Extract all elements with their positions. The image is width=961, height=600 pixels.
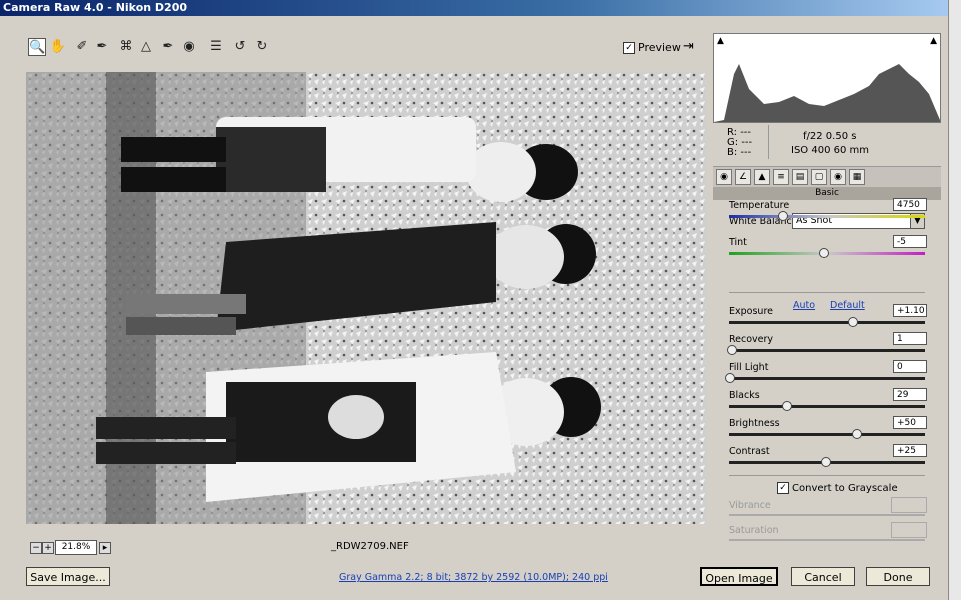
camera-raw-window: Camera Raw 4.0 - Nikon D200 🔍 ✋ ✐ ✒ ⌘ △ … bbox=[0, 0, 949, 600]
zoom-in-button[interactable]: + bbox=[42, 542, 54, 554]
right-panel: ▲ ▲ R: --- G: --- B: --- f/22 0.50 s ISO… bbox=[713, 33, 941, 548]
slider-value-field[interactable]: +50 bbox=[893, 416, 927, 429]
slider-label: Brightness bbox=[729, 418, 780, 429]
slider-thumb[interactable] bbox=[726, 345, 737, 355]
preview-toggle[interactable]: ✓ Preview bbox=[623, 41, 681, 54]
convert-grayscale-label: Convert to Grayscale bbox=[792, 483, 898, 494]
slider-label: Tint bbox=[729, 237, 747, 248]
slider-track[interactable] bbox=[729, 248, 925, 258]
histogram-graph bbox=[714, 64, 940, 122]
slider-track[interactable] bbox=[726, 345, 925, 355]
toolbar: 🔍 ✋ ✐ ✒ ⌘ △ ✒ ◉ ☰ ↺ ↻ bbox=[25, 36, 705, 60]
convert-grayscale-toggle[interactable]: ✓ Convert to Grayscale bbox=[777, 482, 898, 494]
preferences-icon[interactable]: ☰ bbox=[207, 38, 225, 56]
slider-label: Contrast bbox=[729, 446, 770, 457]
slider-thumb[interactable] bbox=[781, 401, 792, 411]
tab-lens-icon[interactable]: ▢ bbox=[811, 169, 827, 185]
save-image-button[interactable]: Save Image... bbox=[26, 567, 110, 586]
slider-value-field[interactable]: 4750 bbox=[893, 198, 927, 211]
iso-focal-length: ISO 400 60 mm bbox=[791, 145, 869, 156]
divider bbox=[729, 475, 925, 476]
slider-value-field[interactable]: 29 bbox=[893, 388, 927, 401]
histogram: ▲ ▲ bbox=[713, 33, 941, 123]
slider-label: Blacks bbox=[729, 390, 760, 401]
red-eye-icon[interactable]: ◉ bbox=[180, 38, 198, 56]
slider-label: Fill Light bbox=[729, 362, 769, 373]
color-sampler-icon[interactable]: ✒ bbox=[93, 38, 111, 56]
highlight-clipping-warning-icon[interactable]: ▲ bbox=[930, 36, 937, 46]
slider-track[interactable] bbox=[729, 401, 925, 411]
title-bar: Camera Raw 4.0 - Nikon D200 bbox=[0, 0, 948, 16]
white-balance-icon[interactable]: ✐ bbox=[73, 38, 91, 56]
tab-hsl-icon[interactable]: ≡ bbox=[773, 169, 789, 185]
slider-value-field[interactable]: 0 bbox=[893, 360, 927, 373]
slider-track[interactable] bbox=[729, 429, 925, 439]
preview-checkbox[interactable]: ✓ bbox=[623, 42, 635, 54]
done-button[interactable]: Done bbox=[866, 567, 930, 586]
slider-track[interactable] bbox=[729, 457, 925, 467]
crop-icon[interactable]: ⌘ bbox=[117, 38, 135, 56]
slider-thumb[interactable] bbox=[852, 429, 863, 439]
slider-label: Recovery bbox=[729, 334, 774, 345]
saturation-label: Saturation bbox=[729, 525, 779, 536]
tab-presets-icon[interactable]: ▦ bbox=[849, 169, 865, 185]
rotate-right-icon[interactable]: ↻ bbox=[253, 38, 271, 56]
saturation-field bbox=[891, 522, 927, 538]
tab-basic-icon[interactable]: ◉ bbox=[716, 169, 732, 185]
b-readout: B: --- bbox=[727, 147, 752, 158]
slider-value-field[interactable]: 1 bbox=[893, 332, 927, 345]
slider-value-field[interactable]: -5 bbox=[893, 235, 927, 248]
tab-split-toning-icon[interactable]: ▤ bbox=[792, 169, 808, 185]
vibrance-slider bbox=[729, 514, 925, 516]
shadow-clipping-warning-icon[interactable]: ▲ bbox=[717, 36, 724, 46]
slider-thumb[interactable] bbox=[777, 211, 788, 221]
default-link[interactable]: Default bbox=[830, 300, 865, 311]
zoom-icon[interactable]: 🔍 bbox=[28, 38, 46, 56]
slider-thumb[interactable] bbox=[848, 317, 859, 327]
tab-tone-curve-icon[interactable]: ∠ bbox=[735, 169, 751, 185]
photo-canvas bbox=[26, 72, 706, 524]
info-divider bbox=[768, 125, 769, 159]
slider-thumb[interactable] bbox=[821, 457, 832, 467]
divider bbox=[729, 292, 925, 293]
zoom-level-field[interactable]: 21.8% bbox=[55, 540, 97, 555]
tab-detail-icon[interactable]: ▲ bbox=[754, 169, 770, 185]
retouch-icon[interactable]: ✒ bbox=[159, 38, 177, 56]
slider-track[interactable] bbox=[729, 317, 925, 327]
convert-grayscale-checkbox[interactable]: ✓ bbox=[777, 482, 789, 494]
slider-value-field[interactable]: +25 bbox=[893, 444, 927, 457]
auto-link[interactable]: Auto bbox=[793, 300, 815, 311]
slider-label: Temperature bbox=[729, 200, 790, 211]
hand-icon[interactable]: ✋ bbox=[49, 38, 67, 56]
straighten-icon[interactable]: △ bbox=[137, 38, 155, 56]
fullscreen-icon[interactable]: ⇥ bbox=[683, 39, 694, 54]
workflow-options-link[interactable]: Gray Gamma 2.2; 8 bit; 3872 by 2592 (10.… bbox=[339, 572, 608, 583]
rotate-left-icon[interactable]: ↺ bbox=[231, 38, 249, 56]
aperture-shutter: f/22 0.50 s bbox=[803, 131, 857, 142]
slider-thumb[interactable] bbox=[725, 373, 735, 383]
vibrance-field bbox=[891, 497, 927, 513]
panel-tabs: ◉ ∠ ▲ ≡ ▤ ▢ ◉ ▦ bbox=[713, 166, 941, 188]
zoom-menu-button[interactable]: ▸ bbox=[99, 542, 111, 554]
slider-track[interactable] bbox=[729, 211, 925, 221]
info-readout: R: --- G: --- B: --- f/22 0.50 s ISO 400… bbox=[713, 125, 941, 165]
cancel-button[interactable]: Cancel bbox=[791, 567, 855, 586]
vibrance-label: Vibrance bbox=[729, 500, 771, 511]
open-image-button[interactable]: Open Image bbox=[700, 567, 778, 586]
zoom-out-button[interactable]: − bbox=[30, 542, 42, 554]
preview-label: Preview bbox=[638, 41, 681, 54]
slider-track[interactable] bbox=[725, 373, 925, 383]
tab-camera-calibration-icon[interactable]: ◉ bbox=[830, 169, 846, 185]
slider-thumb[interactable] bbox=[819, 248, 830, 258]
slider-value-field[interactable]: +1.10 bbox=[893, 304, 927, 317]
file-name: _RDW2709.NEF bbox=[331, 541, 409, 552]
slider-label: Exposure bbox=[729, 306, 773, 317]
zoom-bar: − + 21.8% ▸ _RDW2709.NEF bbox=[26, 537, 706, 557]
saturation-slider bbox=[729, 539, 925, 541]
image-preview[interactable] bbox=[26, 72, 706, 524]
